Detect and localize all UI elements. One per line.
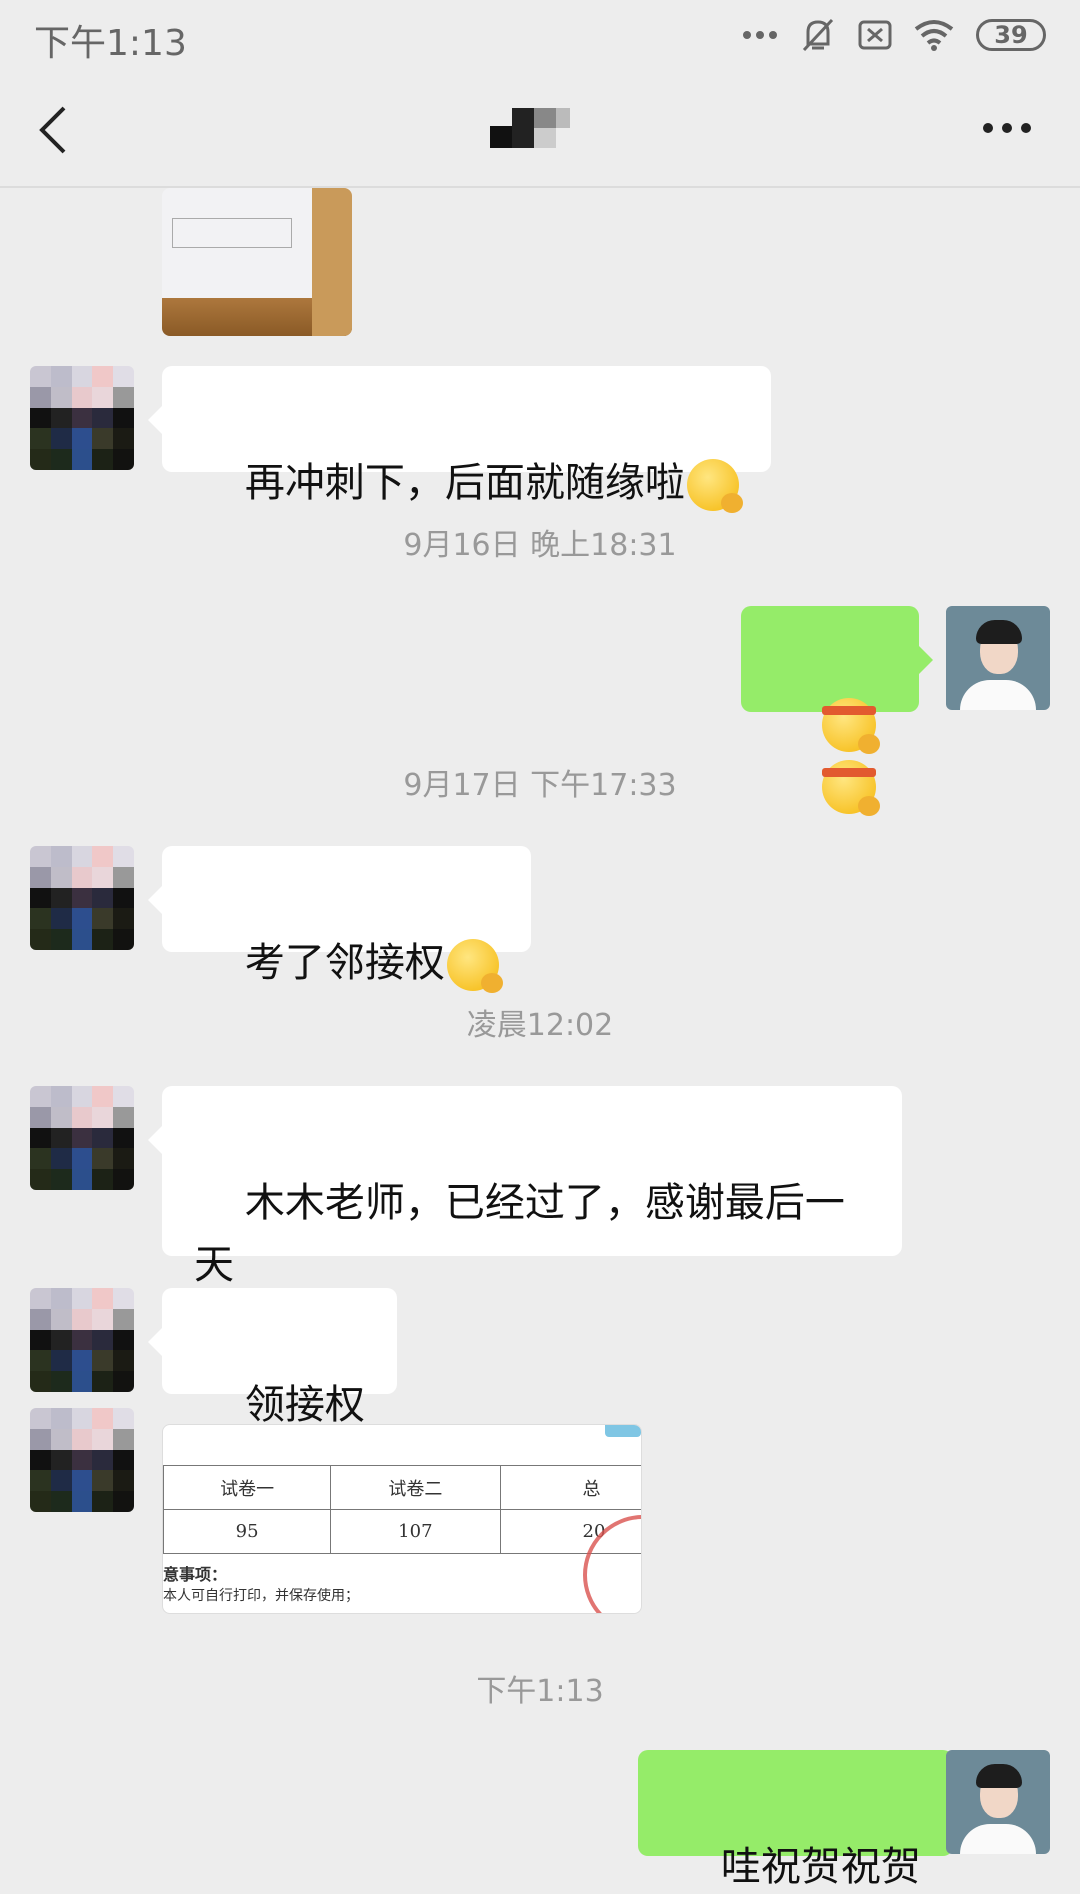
score-image-message[interactable]: 试卷一 试卷二 总 95 107 20 意事项： 本人可自行打印，并保存使用； [162, 1424, 642, 1614]
score-header-paper2: 试卷二 [330, 1465, 501, 1510]
status-time: 下午1:13 [34, 23, 187, 64]
message-bubble-incoming[interactable]: 考了邻接权 [148, 846, 531, 993]
contact-avatar[interactable] [30, 366, 134, 470]
shushing-face-emoji-icon [686, 459, 743, 513]
my-avatar[interactable] [946, 1750, 1050, 1854]
more-dots-icon [743, 31, 777, 39]
no-sim-icon [858, 20, 892, 50]
timestamp: 9月17日 下午17:33 [403, 768, 677, 803]
message-bubble-incoming[interactable]: 领接权 [148, 1288, 397, 1428]
message-text: 考了邻接权 [244, 940, 445, 986]
message-text: 哇祝贺祝贺 [720, 1844, 921, 1890]
score-value-paper1: 95 [163, 1509, 332, 1554]
timestamp: 凌晨12:02 [466, 1008, 614, 1043]
score-table: 试卷一 试卷二 总 95 107 20 [163, 1465, 641, 1554]
status-bar: 下午1:13 39 [0, 0, 1080, 72]
contact-avatar[interactable] [30, 1288, 134, 1392]
score-value-paper2: 107 [330, 1509, 501, 1554]
mute-bell-icon [802, 18, 834, 52]
chat-header [0, 72, 1080, 188]
wifi-icon [914, 20, 954, 51]
message-bubble-outgoing[interactable]: 哇祝贺祝贺 [638, 1750, 967, 1890]
timestamp: 9月16日 晚上18:31 [403, 528, 677, 563]
score-header-total: 总 [499, 1465, 641, 1510]
chevron-left-icon[interactable] [34, 102, 74, 158]
my-avatar[interactable] [946, 606, 1050, 710]
score-note-title: 意事项： [163, 1565, 228, 1584]
battery-icon: 39 [976, 19, 1046, 51]
message-text: 再冲刺下，后面就随缘啦 [244, 460, 685, 506]
shushing-face-emoji-icon [446, 939, 503, 993]
score-note-line: 本人可自行打印，并保存使用； [163, 1588, 359, 1604]
more-dots-icon[interactable] [982, 116, 1032, 140]
timestamp: 下午1:13 [476, 1674, 604, 1709]
message-text: 领接权 [244, 1382, 365, 1428]
status-icons: 39 [742, 14, 1046, 56]
score-header-paper1: 试卷一 [163, 1465, 332, 1510]
photo-message[interactable] [162, 188, 352, 336]
contact-avatar[interactable] [30, 1086, 134, 1190]
message-bubble-outgoing[interactable] [741, 606, 933, 816]
message-bubble-incoming[interactable]: 再冲刺下，后面就随缘啦 [148, 366, 771, 513]
chat-area[interactable]: 再冲刺下，后面就随缘啦 9月16日 晚上18:31 9月17日 下午17:33 … [0, 188, 1080, 1894]
message-bubble-incoming[interactable]: 木木老师，已经过了，感谢最后一天 给予的指导 [148, 1086, 902, 1350]
determined-face-emoji-icon [821, 698, 880, 754]
contact-name-pixelated [490, 108, 570, 150]
contact-avatar[interactable] [30, 1408, 134, 1512]
contact-avatar[interactable] [30, 846, 134, 950]
